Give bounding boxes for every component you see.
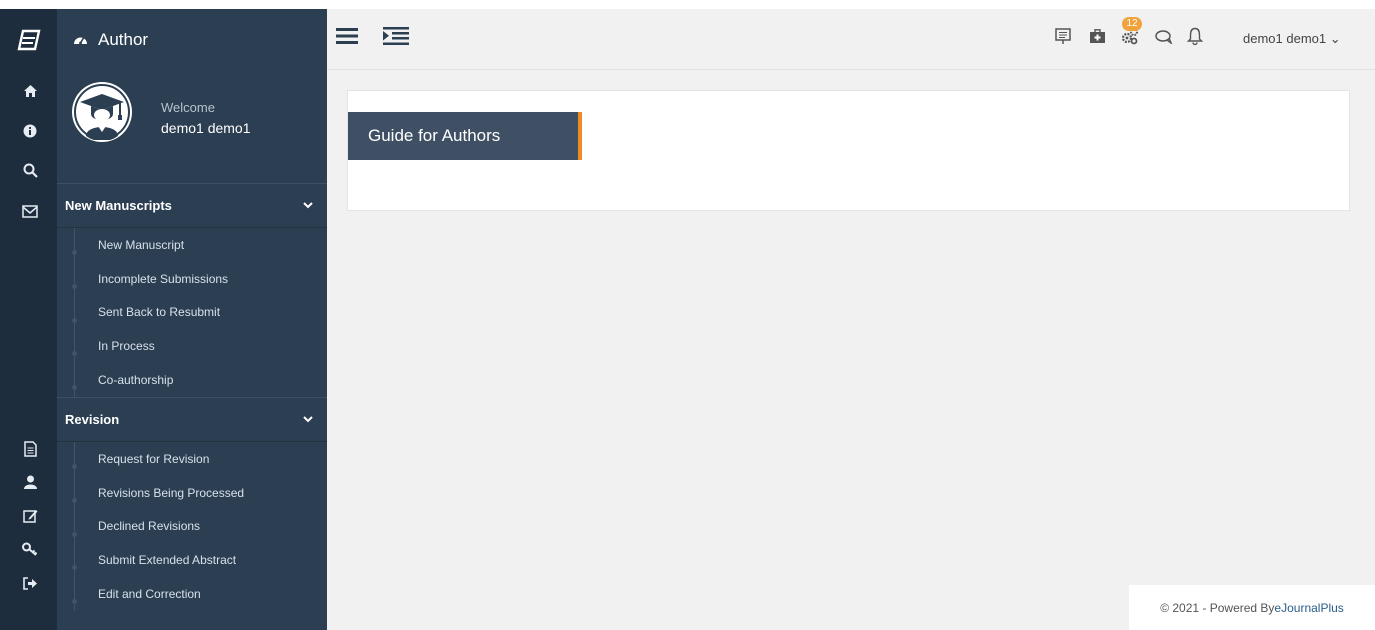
menu-item-label: Revisions Being Processed xyxy=(98,485,245,500)
edit-icon[interactable] xyxy=(22,507,38,523)
chevron-down-icon xyxy=(303,202,313,209)
hamburger-menu-icon[interactable] xyxy=(336,27,358,45)
section-title: New Manuscripts xyxy=(65,198,172,213)
home-icon[interactable] xyxy=(22,83,38,99)
notification-badge: 12 xyxy=(1122,17,1142,31)
bullet-icon xyxy=(72,385,77,391)
bullet-icon xyxy=(72,283,77,289)
menu-item-label: Incomplete Submissions xyxy=(98,271,229,286)
footer-text: © 2021 - Powered By xyxy=(1160,600,1275,615)
dashboard-gauge-icon xyxy=(73,33,88,46)
bullet-icon xyxy=(72,497,77,503)
menu-item-label: Request for Revision xyxy=(98,451,210,466)
menu-item-label: Submit Extended Abstract xyxy=(98,553,237,568)
menu-item-label: Declined Revisions xyxy=(98,519,201,534)
indent-icon[interactable] xyxy=(383,27,409,45)
user-icon[interactable] xyxy=(22,474,38,490)
sidebar-header: Author xyxy=(57,9,327,70)
search-icon[interactable] xyxy=(22,162,38,178)
menu-item-request-for-revision[interactable]: Request for Revision xyxy=(57,442,327,476)
top-bar xyxy=(327,9,1375,70)
user-profile: Welcome demo1 demo1 xyxy=(57,70,327,183)
menu-item-edit-and-correction[interactable]: Edit and Correction xyxy=(57,577,327,611)
section-title: Revision xyxy=(65,411,120,427)
menu-item-in-process[interactable]: In Process xyxy=(57,329,327,363)
welcome-label: Welcome xyxy=(161,100,215,115)
logo-icon[interactable] xyxy=(17,29,41,56)
presentation-icon[interactable] xyxy=(1055,28,1071,45)
bullet-icon xyxy=(72,599,77,605)
guide-card: Guide for Authors xyxy=(347,90,1350,211)
bell-icon[interactable] xyxy=(1187,27,1203,45)
section-new-manuscripts[interactable]: New Manuscripts xyxy=(57,183,327,228)
menu-item-label: Co-authorship xyxy=(98,373,174,388)
user-menu-dropdown[interactable]: demo1 demo1 ⌄ xyxy=(1243,31,1341,47)
medical-kit-icon[interactable] xyxy=(1089,29,1106,44)
tab-guide-for-authors[interactable]: Guide for Authors xyxy=(348,112,582,160)
document-icon[interactable] xyxy=(22,441,38,457)
bullet-icon xyxy=(72,531,77,537)
bullet-icon xyxy=(72,317,77,323)
sidebar-title: Author xyxy=(98,29,149,49)
menu-item-label: New Manuscript xyxy=(98,237,185,252)
chat-icon[interactable] xyxy=(1155,29,1173,44)
new-manuscripts-list: New Manuscript Incomplete Submissions Se… xyxy=(57,228,327,397)
menu-item-declined-revisions[interactable]: Declined Revisions xyxy=(57,510,327,544)
menu-item-label: In Process xyxy=(98,339,155,354)
bullet-icon xyxy=(72,351,77,357)
bullet-icon xyxy=(72,565,77,571)
user-name: demo1 demo1 xyxy=(161,120,251,136)
sidebar: Author Welcome demo1 demo1 New Manuscrip… xyxy=(57,9,327,630)
revision-list: Request for Revision Revisions Being Pro… xyxy=(57,441,327,611)
info-icon[interactable] xyxy=(22,123,38,139)
bullet-icon xyxy=(72,250,77,255)
menu-item-new-manuscript[interactable]: New Manuscript xyxy=(57,228,327,262)
key-icon[interactable] xyxy=(22,541,38,557)
icon-bar xyxy=(0,9,57,630)
footer-link[interactable]: eJournalPlus xyxy=(1274,601,1343,615)
chevron-down-icon xyxy=(303,416,313,423)
menu-item-sent-back-to-resubmit[interactable]: Sent Back to Resubmit xyxy=(57,296,327,330)
avatar[interactable] xyxy=(72,82,132,142)
menu-item-co-authorship[interactable]: Co-authorship xyxy=(57,363,327,397)
main-content: Guide for Authors xyxy=(327,70,1375,630)
menu-item-label: Edit and Correction xyxy=(98,587,201,602)
mail-icon[interactable] xyxy=(22,203,38,219)
footer: © 2021 - Powered By eJournalPlus xyxy=(1129,585,1375,630)
section-revision[interactable]: Revision xyxy=(57,396,327,442)
menu-item-revisions-being-processed[interactable]: Revisions Being Processed xyxy=(57,476,327,510)
menu-item-incomplete-submissions[interactable]: Incomplete Submissions xyxy=(57,262,327,296)
logout-icon[interactable] xyxy=(22,575,38,591)
bullet-icon xyxy=(72,463,77,469)
menu-item-label: Sent Back to Resubmit xyxy=(98,305,221,320)
menu-item-submit-extended-abstract[interactable]: Submit Extended Abstract xyxy=(57,543,327,577)
